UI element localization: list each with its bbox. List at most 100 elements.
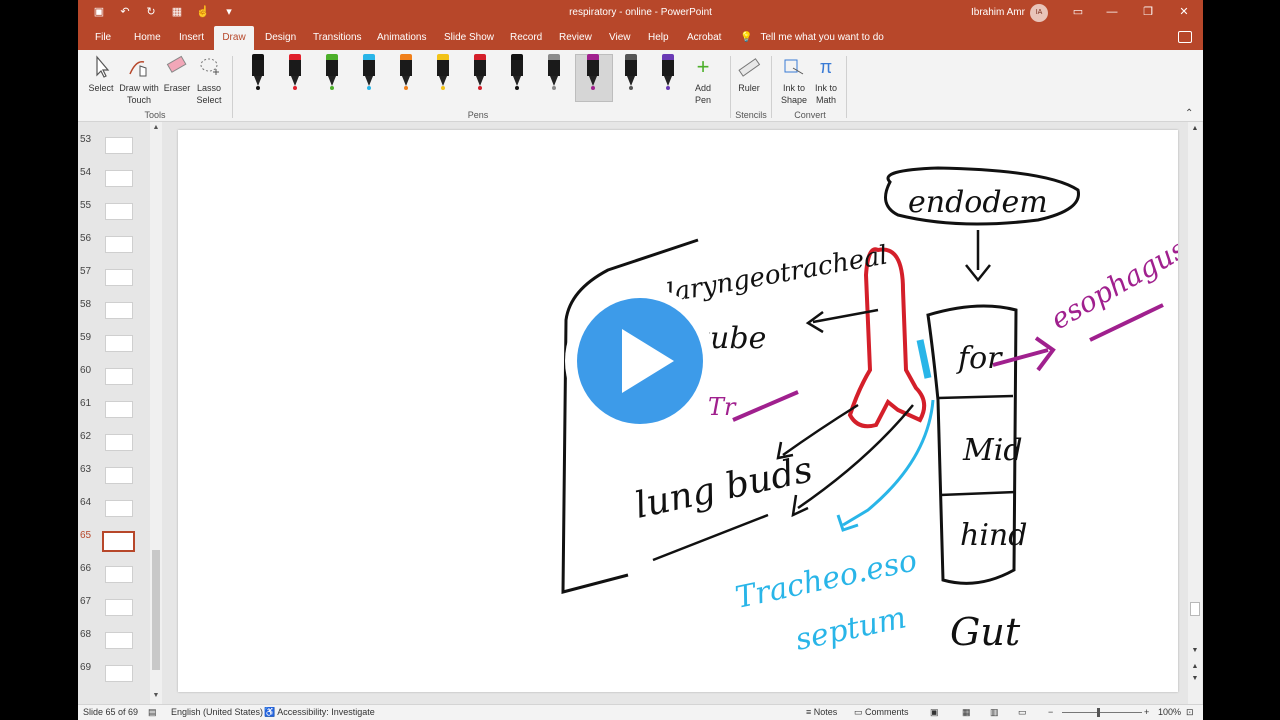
slide-thumbnail-56[interactable]: 56 (78, 233, 158, 266)
ink-to-math-button[interactable]: π Ink to Math (811, 54, 841, 106)
group-divider (730, 56, 731, 118)
pen-2[interactable] (287, 54, 303, 92)
previous-slide-icon[interactable]: ▲ (1190, 662, 1200, 672)
ribbon-display-options-icon[interactable]: ▭ (1068, 4, 1088, 20)
video-play-button[interactable] (565, 286, 715, 436)
avatar[interactable]: IA (1030, 4, 1048, 22)
scroll-down-icon[interactable]: ▼ (1190, 646, 1200, 656)
tab-transitions[interactable]: Transitions (309, 26, 366, 50)
slide-thumbnail-54[interactable]: 54 (78, 167, 158, 200)
notes-button[interactable]: ≡ Notes (806, 707, 837, 717)
slide-scrollbar[interactable]: ▲ ▼ ▲ ▼ (1188, 122, 1202, 704)
accessibility-label: Accessibility: Investigate (277, 707, 375, 717)
stencils-group-label: Stencils (735, 110, 767, 120)
language-status[interactable]: English (United States) (171, 707, 263, 717)
slide-thumbnail-57[interactable]: 57 (78, 266, 158, 299)
zoom-level[interactable]: 100% (1158, 707, 1181, 717)
tab-record[interactable]: Record (506, 26, 546, 50)
tab-animations[interactable]: Animations (373, 26, 430, 50)
pen-9[interactable] (546, 54, 562, 92)
slide-thumbnail-65[interactable]: 65 (78, 530, 158, 563)
pen-11[interactable] (623, 54, 639, 92)
tab-home[interactable]: Home (130, 26, 165, 50)
slide-thumbnail-60[interactable]: 60 (78, 365, 158, 398)
tab-slide-show[interactable]: Slide Show (440, 26, 498, 50)
pen-body (474, 54, 486, 76)
pen-body (548, 54, 560, 76)
next-slide-icon[interactable]: ▼ (1190, 674, 1200, 684)
pen-12[interactable] (660, 54, 676, 92)
slide-thumbnail-61[interactable]: 61 (78, 398, 158, 431)
slide-thumbnail-67[interactable]: 67 (78, 596, 158, 629)
accessibility-icon: ♿ (264, 707, 278, 717)
zoom-out-icon[interactable]: − (1048, 707, 1053, 717)
scroll-up-icon[interactable]: ▲ (1190, 124, 1200, 134)
close-icon[interactable]: ✕ (1174, 4, 1194, 20)
slide-scroll-thumb[interactable] (1190, 602, 1200, 616)
ink-to-shape-button[interactable]: Ink to Shape (778, 54, 810, 106)
slide-thumbnail-62[interactable]: 62 (78, 431, 158, 464)
slide-thumbnail-55[interactable]: 55 (78, 200, 158, 233)
zoom-slider[interactable] (1062, 712, 1142, 713)
tab-draw[interactable]: Draw (214, 26, 254, 50)
ruler-button[interactable]: Ruler (734, 54, 764, 94)
pen-1[interactable] (250, 54, 266, 92)
slide-preview (105, 269, 133, 286)
slide-thumbnail-64[interactable]: 64 (78, 497, 158, 530)
select-button[interactable]: Select (86, 54, 116, 94)
slide-sorter-icon[interactable]: ▦ (962, 707, 971, 718)
pen-6[interactable] (435, 54, 451, 92)
pen-10[interactable] (585, 54, 601, 92)
thumbnail-scrollbar[interactable]: ▲ ▼ (150, 122, 162, 704)
user-name[interactable]: Ibrahim Amr (971, 7, 1025, 18)
slide-show-icon[interactable]: ▭ (1018, 707, 1027, 718)
draw-with-touch-label-1: Draw with (119, 83, 159, 93)
normal-view-icon[interactable]: ▣ (930, 707, 939, 718)
tab-help[interactable]: Help (644, 26, 673, 50)
tab-insert[interactable]: Insert (175, 26, 208, 50)
minimize-icon[interactable]: — (1102, 4, 1122, 20)
pen-7[interactable] (472, 54, 488, 92)
tab-design[interactable]: Design (261, 26, 300, 50)
lasso-select-button[interactable]: Lasso Select (194, 54, 224, 106)
thumbnail-scroll-thumb[interactable] (152, 550, 160, 670)
slide-thumbnail-69[interactable]: 69 (78, 662, 158, 695)
fit-slide-icon[interactable]: ⊡ (1186, 707, 1194, 718)
slide-number: 64 (80, 497, 92, 508)
slide-thumbnail-63[interactable]: 63 (78, 464, 158, 497)
slide-number: 60 (80, 365, 92, 376)
draw-with-touch-label-2: Touch (126, 95, 152, 105)
reading-view-icon[interactable]: ▥ (990, 707, 999, 718)
comments-button[interactable]: ▭ Comments (854, 707, 909, 718)
slide-thumbnail-58[interactable]: 58 (78, 299, 158, 332)
collapse-ribbon-icon[interactable]: ⌃ (1185, 108, 1193, 119)
slide-counter: Slide 65 of 69 (83, 707, 139, 717)
slide-thumbnail-59[interactable]: 59 (78, 332, 158, 365)
zoom-slider-thumb[interactable] (1097, 708, 1100, 717)
tab-acrobat[interactable]: Acrobat (683, 26, 725, 50)
tab-review[interactable]: Review (555, 26, 596, 50)
tab-view[interactable]: View (605, 26, 635, 50)
tell-me-search[interactable]: 💡 Tell me what you want to do (740, 26, 884, 50)
pen-4[interactable] (361, 54, 377, 92)
scroll-up-icon[interactable]: ▲ (150, 122, 162, 134)
accessibility-status[interactable]: ♿ Accessibility: Investigate (264, 707, 375, 718)
spelling-icon[interactable]: ▤ (148, 707, 157, 718)
pen-color-dot (293, 86, 297, 90)
slide-thumbnail-53[interactable]: 53 (78, 134, 158, 167)
pen-5[interactable] (398, 54, 414, 92)
pen-8[interactable] (509, 54, 525, 92)
pen-3[interactable] (324, 54, 340, 92)
draw-with-touch-button[interactable]: Draw with Touch (117, 54, 161, 106)
slide-thumbnail-66[interactable]: 66 (78, 563, 158, 596)
tab-file[interactable]: File (91, 26, 115, 50)
slide-number: 62 (80, 431, 92, 442)
pen-color-dot (256, 86, 260, 90)
add-pen-button[interactable]: + Add Pen (688, 54, 718, 106)
slide-thumbnail-68[interactable]: 68 (78, 629, 158, 662)
scroll-down-icon[interactable]: ▼ (150, 690, 162, 702)
eraser-button[interactable]: Eraser (162, 54, 192, 94)
restore-icon[interactable]: ❐ (1138, 4, 1158, 20)
comments-icon[interactable] (1178, 31, 1192, 43)
zoom-in-icon[interactable]: + (1144, 707, 1149, 717)
